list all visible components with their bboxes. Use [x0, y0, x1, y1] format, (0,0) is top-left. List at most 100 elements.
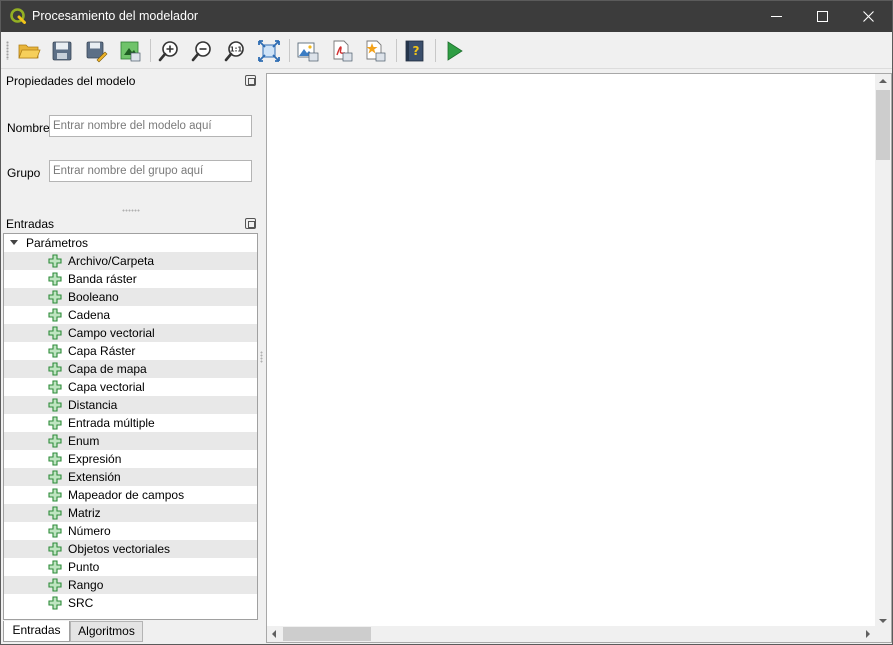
- close-button[interactable]: [846, 1, 892, 32]
- tree-item-label: Número: [68, 524, 111, 538]
- zoom-actual-button[interactable]: 1:1: [222, 38, 248, 64]
- model-group-input[interactable]: [49, 160, 252, 182]
- horizontal-scrollbar[interactable]: [267, 626, 875, 642]
- qgis-logo-icon: [10, 8, 26, 24]
- tree-item[interactable]: Rango: [4, 576, 257, 594]
- add-parameter-icon: [48, 326, 62, 340]
- tree-item[interactable]: Expresión: [4, 450, 257, 468]
- tree-item[interactable]: Objetos vectoriales: [4, 540, 257, 558]
- float-panel-icon[interactable]: [245, 75, 256, 86]
- tree-item-label: Capa Ráster: [68, 344, 136, 358]
- tree-item[interactable]: Enum: [4, 432, 257, 450]
- tree-item[interactable]: Capa vectorial: [4, 378, 257, 396]
- toolbar-grip[interactable]: [6, 41, 9, 60]
- dock-resize-handle[interactable]: [260, 351, 263, 363]
- add-parameter-icon: [48, 398, 62, 412]
- scroll-left-icon[interactable]: [272, 630, 276, 638]
- model-properties-title: Propiedades del modelo: [6, 74, 136, 88]
- export-pdf-icon: [333, 40, 353, 62]
- tree-item[interactable]: Distancia: [4, 396, 257, 414]
- run-model-button[interactable]: [441, 38, 467, 64]
- add-parameter-icon: [48, 380, 62, 394]
- tree-item[interactable]: Mapeador de campos: [4, 486, 257, 504]
- tree-item-label: Cadena: [68, 308, 111, 322]
- tree-item[interactable]: Banda ráster: [4, 270, 257, 288]
- add-parameter-icon: [48, 344, 62, 358]
- add-parameter-icon: [48, 416, 62, 430]
- tree-item[interactable]: Número: [4, 522, 257, 540]
- horizontal-scroll-thumb[interactable]: [283, 627, 371, 641]
- add-parameter-icon: [48, 470, 62, 484]
- add-parameter-icon: [48, 506, 62, 520]
- tree-item[interactable]: Capa de mapa: [4, 360, 257, 378]
- tree-item-label: Booleano: [68, 290, 119, 304]
- scroll-up-icon[interactable]: [879, 79, 887, 83]
- expand-arrow-icon[interactable]: [10, 240, 18, 245]
- tree-item[interactable]: Cadena: [4, 306, 257, 324]
- scroll-right-icon[interactable]: [866, 630, 870, 638]
- vertical-scrollbar[interactable]: [875, 74, 891, 628]
- tree-item[interactable]: SRC: [4, 594, 257, 612]
- add-parameter-icon: [48, 560, 62, 574]
- save-as-button[interactable]: [83, 38, 109, 64]
- tree-item[interactable]: Entrada múltiple: [4, 414, 257, 432]
- tree-item[interactable]: Capa Ráster: [4, 342, 257, 360]
- tree-item-label: Archivo/Carpeta: [68, 254, 155, 268]
- help-button[interactable]: ?: [402, 38, 428, 64]
- minimize-button[interactable]: [754, 1, 800, 32]
- inputs-tree[interactable]: Parámetros Archivo/Carpeta Banda ráster Bo…: [3, 233, 258, 620]
- maximize-button[interactable]: [800, 1, 846, 32]
- model-canvas[interactable]: [266, 73, 892, 643]
- tab-entradas[interactable]: Entradas: [3, 621, 70, 642]
- modeler-window: Procesamiento del modelador 1:1 ? Propie…: [0, 0, 893, 645]
- save-to-project-icon: [120, 41, 141, 62]
- add-parameter-icon: [48, 578, 62, 592]
- tree-item[interactable]: Booleano: [4, 288, 257, 306]
- add-parameter-icon: [48, 452, 62, 466]
- tree-item-label: Mapeador de campos: [68, 488, 185, 502]
- tree-item-label: Entrada múltiple: [68, 416, 155, 430]
- tree-item[interactable]: Campo vectorial: [4, 324, 257, 342]
- float-panel-icon[interactable]: [245, 218, 256, 229]
- zoom-full-button[interactable]: [256, 38, 282, 64]
- tree-item[interactable]: Punto: [4, 558, 257, 576]
- open-model-button[interactable]: [16, 38, 42, 64]
- export-svg-button[interactable]: [362, 38, 388, 64]
- toolbar-separator: [396, 39, 397, 62]
- save-model-button[interactable]: [49, 38, 75, 64]
- tree-item-label: Punto: [68, 560, 100, 574]
- vertical-scroll-thumb[interactable]: [876, 90, 890, 160]
- add-parameter-icon: [48, 488, 62, 502]
- tree-item[interactable]: Archivo/Carpeta: [4, 252, 257, 270]
- export-image-button[interactable]: [295, 38, 321, 64]
- tree-item-label: Capa vectorial: [68, 380, 145, 394]
- scroll-down-icon[interactable]: [879, 619, 887, 623]
- tree-item-label: Campo vectorial: [68, 326, 155, 340]
- inputs-title: Entradas: [6, 217, 55, 231]
- tree-item-label: Enum: [68, 434, 100, 448]
- zoom-out-button[interactable]: [189, 38, 215, 64]
- toolbar-separator: [435, 39, 436, 62]
- tree-item-label: Extensión: [68, 470, 121, 484]
- title-bar[interactable]: Procesamiento del modelador: [1, 1, 892, 32]
- run-play-icon: [447, 41, 463, 61]
- left-dock: Propiedades del modelo Nombre Grupo Entr…: [1, 70, 260, 645]
- model-name-input[interactable]: [49, 115, 252, 137]
- zoom-out-icon: [191, 41, 211, 62]
- tree-item[interactable]: Matriz: [4, 504, 257, 522]
- export-pdf-button[interactable]: [329, 38, 355, 64]
- tree-item[interactable]: Extensión: [4, 468, 257, 486]
- svg-text:1:1: 1:1: [230, 46, 243, 54]
- zoom-in-button[interactable]: [156, 38, 182, 64]
- help-book-icon: ?: [405, 40, 424, 62]
- window-title: Procesamiento del modelador: [32, 9, 199, 23]
- tab-algoritmos[interactable]: Algoritmos: [70, 621, 143, 642]
- add-parameter-icon: [48, 542, 62, 556]
- tree-root-parameters[interactable]: Parámetros: [4, 234, 257, 252]
- save-to-project-button[interactable]: [117, 38, 143, 64]
- add-parameter-icon: [48, 254, 62, 268]
- export-svg-icon: [366, 40, 386, 62]
- folder-open-icon: [18, 44, 41, 59]
- panel-splitter[interactable]: [122, 209, 140, 212]
- close-icon: [863, 11, 874, 22]
